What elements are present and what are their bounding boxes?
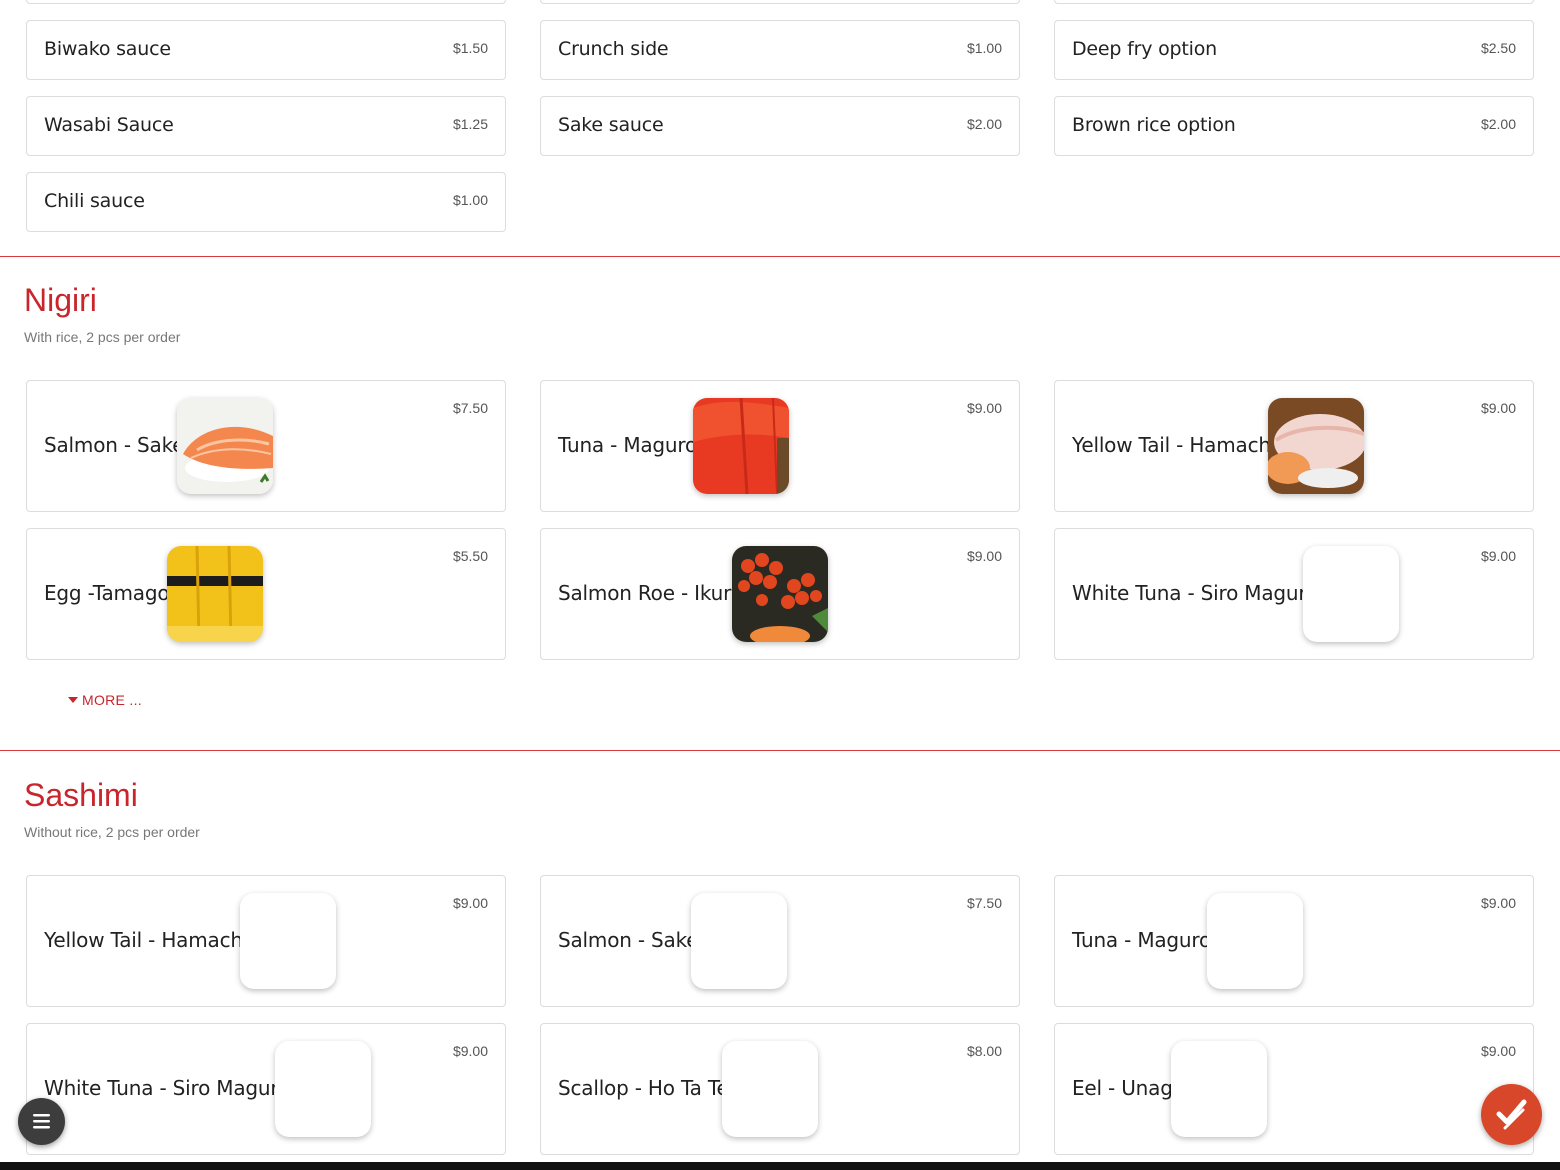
section-subtitle-sashimi: Without rice, 2 pcs per order: [24, 824, 200, 840]
bottom-bar: [0, 1162, 1560, 1170]
item-price: $1.25: [452, 116, 488, 132]
item-price: $2.00: [966, 116, 1002, 132]
item-price: $5.50: [452, 548, 488, 564]
image-placeholder: [240, 893, 336, 989]
menu-item-card[interactable]: Wasabi Sauce $1.25: [26, 96, 506, 156]
nigiri-grid: Salmon - Sake $7.50 Tuna - Maguro $9.00 …: [26, 380, 1534, 660]
image-placeholder: [275, 1041, 371, 1137]
menu-item-card[interactable]: White Tuna - Siro Maguro $9.00: [1054, 528, 1534, 660]
item-price: $1.50: [452, 40, 488, 56]
menu-item-card[interactable]: Sake sauce $2.00: [540, 96, 1020, 156]
item-price: $9.00: [966, 400, 1002, 416]
item-name: White Tuna - Siro Maguro: [44, 1076, 290, 1100]
item-price: $1.00: [452, 192, 488, 208]
menu-item-card[interactable]: Yellow Tail - Hamachi $9.00: [1054, 380, 1534, 512]
image-placeholder: [1207, 893, 1303, 989]
order-fab-button[interactable]: [1481, 1084, 1542, 1145]
item-name: Salmon - Sake: [44, 433, 185, 457]
ikura-nigiri-photo: [732, 546, 828, 642]
item-price: $1.00: [966, 40, 1002, 56]
tuna-nigiri-photo: [693, 398, 789, 494]
item-name: Scallop - Ho Ta Te: [558, 1076, 729, 1100]
item-price: $7.50: [452, 400, 488, 416]
hamburger-icon: [33, 1114, 50, 1129]
item-name: Deep fry option: [1072, 38, 1217, 60]
previous-card-edge: [1054, 0, 1534, 4]
sauce-options-grid: Biwako sauce $1.50 Crunch side $1.00 Dee…: [26, 20, 1534, 232]
item-name: Chili sauce: [44, 190, 145, 212]
item-name: Eel - Unagi: [1072, 1076, 1179, 1100]
menu-item-card[interactable]: Deep fry option $2.50: [1054, 20, 1534, 80]
item-price: $9.00: [966, 548, 1002, 564]
item-name: Biwako sauce: [44, 38, 171, 60]
section-title-nigiri: Nigiri: [24, 282, 97, 318]
item-name: Salmon Roe - Ikura: [558, 581, 744, 605]
tamago-nigiri-photo: [167, 546, 263, 642]
item-price: $9.00: [1480, 400, 1516, 416]
menu-item-card[interactable]: Salmon - Sake $7.50: [26, 380, 506, 512]
image-placeholder: [722, 1041, 818, 1137]
menu-fab-button[interactable]: [18, 1098, 65, 1145]
menu-item-card[interactable]: Egg -Tamago $5.50: [26, 528, 506, 660]
caret-down-icon: [68, 697, 78, 703]
item-price: $7.50: [966, 895, 1002, 911]
menu-item-card[interactable]: Brown rice option $2.00: [1054, 96, 1534, 156]
item-name: White Tuna - Siro Maguro: [1072, 581, 1318, 605]
item-name: Sake sauce: [558, 114, 664, 136]
menu-item-card[interactable]: Eel - Unagi $9.00: [1054, 1023, 1534, 1155]
item-price: $9.00: [452, 895, 488, 911]
section-title-sashimi: Sashimi: [24, 777, 138, 813]
item-name: Tuna - Maguro: [1072, 928, 1212, 952]
item-name: Salmon - Sake: [558, 928, 699, 952]
more-label: MORE ...: [82, 692, 142, 708]
item-name: Wasabi Sauce: [44, 114, 174, 136]
item-price: $8.00: [966, 1043, 1002, 1059]
menu-item-card[interactable]: Crunch side $1.00: [540, 20, 1020, 80]
item-name: Yellow Tail - Hamachi: [44, 928, 249, 952]
menu-item-card[interactable]: Tuna - Maguro $9.00: [540, 380, 1020, 512]
menu-item-card[interactable]: Yellow Tail - Hamachi $9.00: [26, 875, 506, 1007]
item-name: Brown rice option: [1072, 114, 1236, 136]
item-price: $9.00: [1480, 895, 1516, 911]
menu-item-card[interactable]: Salmon - Sake $7.50: [540, 875, 1020, 1007]
item-price: $9.00: [1480, 548, 1516, 564]
item-name: Yellow Tail - Hamachi: [1072, 433, 1277, 457]
item-name: Egg -Tamago: [44, 581, 170, 605]
item-name: Tuna - Maguro: [558, 433, 698, 457]
more-button[interactable]: MORE ...: [68, 692, 142, 708]
menu-item-card[interactable]: Salmon Roe - Ikura $9.00: [540, 528, 1020, 660]
yellowtail-nigiri-photo: [1268, 398, 1364, 494]
item-price: $9.00: [1480, 1043, 1516, 1059]
section-subtitle-nigiri: With rice, 2 pcs per order: [24, 329, 181, 345]
menu-item-card[interactable]: Tuna - Maguro $9.00: [1054, 875, 1534, 1007]
section-divider: [0, 750, 1560, 751]
image-placeholder: [1303, 546, 1399, 642]
menu-item-card[interactable]: Scallop - Ho Ta Te $8.00: [540, 1023, 1020, 1155]
item-price: $2.50: [1480, 40, 1516, 56]
item-price: $9.00: [452, 1043, 488, 1059]
previous-card-edge: [26, 0, 506, 4]
checkmark-icon: [1496, 1099, 1527, 1130]
image-placeholder: [1171, 1041, 1267, 1137]
previous-card-edge: [540, 0, 1020, 4]
menu-item-card[interactable]: Biwako sauce $1.50: [26, 20, 506, 80]
section-divider: [0, 256, 1560, 257]
menu-item-card[interactable]: White Tuna - Siro Maguro $9.00: [26, 1023, 506, 1155]
sashimi-grid: Yellow Tail - Hamachi $9.00 Salmon - Sak…: [26, 875, 1534, 1155]
menu-item-card[interactable]: Chili sauce $1.00: [26, 172, 506, 232]
item-name: Crunch side: [558, 38, 669, 60]
image-placeholder: [691, 893, 787, 989]
item-price: $2.00: [1480, 116, 1516, 132]
salmon-nigiri-photo: [177, 398, 273, 494]
